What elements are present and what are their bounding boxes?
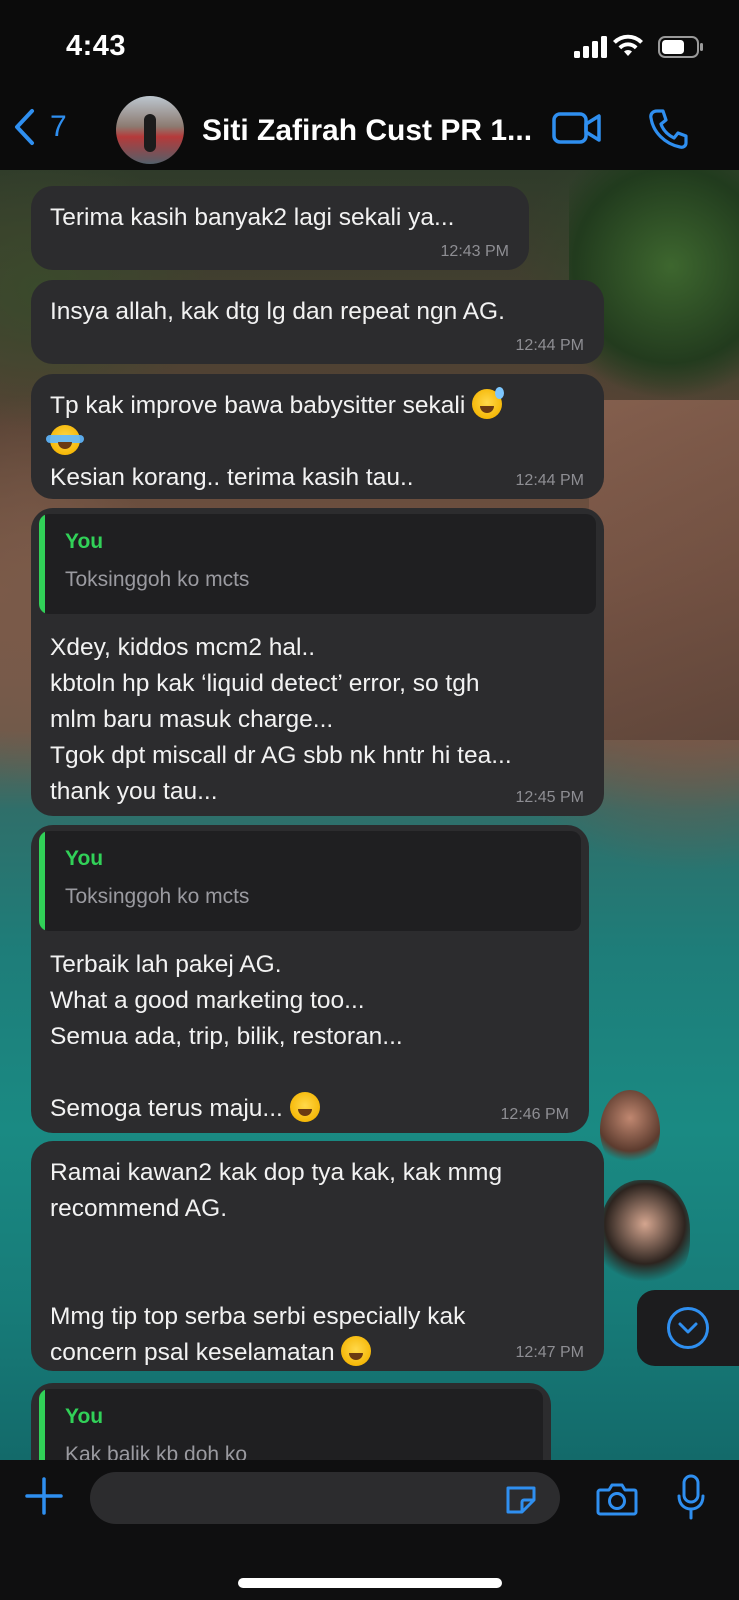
message-time: 12:46 PM [500,1106,569,1123]
camera-icon[interactable] [596,1482,638,1516]
quoted-sender: You [65,847,104,870]
message-bubble[interactable]: Tp kak improve bawa babysitter sekali Ke… [31,374,604,499]
quoted-sender: You [65,530,104,553]
message-text-line: Semoga terus maju... [50,1095,283,1122]
status-bar: 4:43 [0,0,739,92]
message-time: 12:47 PM [515,1344,584,1361]
status-time: 4:43 [66,30,127,62]
message-text: Insya allah, kak dtg lg dan repeat ngn A… [50,298,505,325]
message-composer [0,1460,739,1600]
quoted-message[interactable]: You Toksinggoh ko mcts [39,514,596,614]
home-indicator [238,1578,502,1588]
smiling-emoji-icon [341,1336,372,1366]
cellular-signal-icon [574,36,607,58]
battery-icon [658,36,703,58]
quoted-message[interactable]: You Toksinggoh ko mcts [39,831,581,931]
chevron-down-circle-icon [667,1307,709,1349]
plus-icon[interactable] [24,1476,64,1516]
message-text: Ramai kawan2 kak dop tya kak, kak mmg re… [50,1155,586,1371]
video-call-icon[interactable] [552,108,602,148]
message-text-line: Mmg tip top serba serbi especially kak [50,1303,466,1330]
quoted-text: Toksinggoh ko mcts [65,885,250,908]
tears-of-joy-emoji-icon [46,425,84,455]
message-text: Tp kak improve bawa babysitter sekali Ke… [46,387,586,496]
smiling-emoji-icon [289,1092,320,1122]
message-bubble[interactable]: Terima kasih banyak2 lagi sekali ya... 1… [31,186,529,270]
message-text-line: Kesian korang.. terima kasih tau.. [50,464,414,491]
contact-avatar[interactable] [116,96,184,164]
scroll-to-bottom-button[interactable] [637,1290,739,1366]
message-text-lines: Ramai kawan2 kak dop tya kak, kak mmg re… [50,1159,503,1222]
message-text: Terima kasih banyak2 lagi sekali ya... [50,204,455,231]
message-time: 12:44 PM [515,472,584,489]
message-text-line: concern psal keselamatan [50,1339,335,1366]
quoted-sender: You [65,1405,104,1428]
message-bubble[interactable]: Ramai kawan2 kak dop tya kak, kak mmg re… [31,1141,604,1371]
back-button[interactable]: 7 [12,108,67,146]
message-time: 12:43 PM [440,243,509,260]
chat-title[interactable]: Siti Zafirah Cust PR 1... [202,114,532,148]
message-bubble[interactable]: You Toksinggoh ko mcts Terbaik lah pakej… [31,825,589,1133]
microphone-icon[interactable] [676,1474,706,1520]
message-time: 12:44 PM [515,337,584,354]
voice-call-icon[interactable] [648,108,688,150]
grinning-sweat-emoji-icon [472,387,505,419]
chevron-left-icon [15,109,34,145]
message-input[interactable] [90,1472,560,1524]
chat-header: 7 Siti Zafirah Cust PR 1... [0,92,739,170]
unread-count: 7 [50,110,67,143]
message-text: Terbaik lah pakej AG. What a good market… [50,947,571,1127]
message-bubble[interactable]: You Toksinggoh ko mcts Xdey, kiddos mcm2… [31,508,604,816]
sticker-icon[interactable] [504,1484,540,1514]
message-bubble[interactable]: Insya allah, kak dtg lg dan repeat ngn A… [31,280,604,364]
quoted-text: Toksinggoh ko mcts [65,568,250,591]
message-text-line: Tp kak improve bawa babysitter sekali [50,392,466,419]
message-text-lines: Terbaik lah pakej AG. What a good market… [50,951,403,1050]
message-time: 12:45 PM [515,789,584,806]
message-text: Xdey, kiddos mcm2 hal.. kbtoln hp kak ‘l… [50,634,512,805]
wifi-icon [613,34,643,56]
